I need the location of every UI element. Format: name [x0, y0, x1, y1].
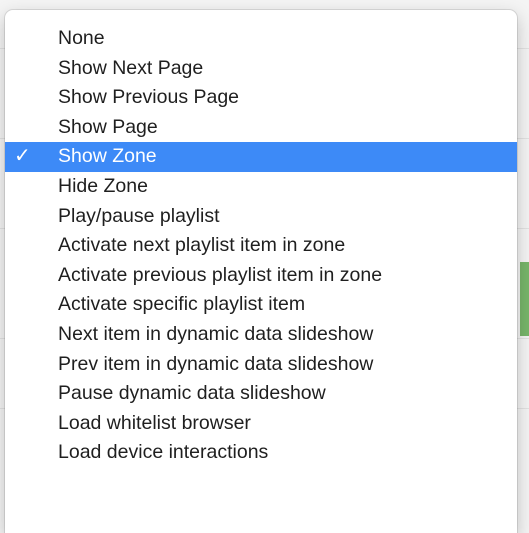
menu-item-label: Show Previous Page	[58, 86, 240, 109]
menu-item-show-previous-page[interactable]: ✓ Show Previous Page	[5, 83, 517, 113]
menu-item-show-next-page[interactable]: ✓ Show Next Page	[5, 54, 517, 84]
menu-item-show-zone[interactable]: ✓ Show Zone	[5, 142, 517, 172]
menu-item-label: Load device interactions	[58, 441, 269, 464]
dropdown-menu: ✓ None ✓ Show Next Page ✓ Show Previous …	[5, 10, 517, 533]
menu-item-hide-zone[interactable]: ✓ Hide Zone	[5, 172, 517, 202]
checkmark-icon: ✓	[14, 145, 31, 168]
menu-item-next-slideshow-item[interactable]: ✓ Next item in dynamic data slideshow	[5, 320, 517, 350]
menu-item-label: Next item in dynamic data slideshow	[58, 322, 374, 345]
menu-item-label: Prev item in dynamic data slideshow	[58, 352, 374, 375]
menu-item-load-whitelist-browser[interactable]: ✓ Load whitelist browser	[5, 409, 517, 439]
menu-item-label: Pause dynamic data slideshow	[58, 382, 326, 405]
menu-item-label: Activate specific playlist item	[58, 293, 306, 316]
menu-item-label: Load whitelist browser	[58, 411, 251, 434]
menu-item-label: None	[58, 27, 105, 49]
menu-item-label: Show Zone	[58, 145, 157, 168]
menu-item-play-pause-playlist[interactable]: ✓ Play/pause playlist	[5, 202, 517, 232]
menu-item-label: Show Page	[58, 115, 158, 138]
menu-item-label: Hide Zone	[58, 174, 148, 197]
menu-item-activate-specific-playlist-item[interactable]: ✓ Activate specific playlist item	[5, 290, 517, 320]
menu-item-prev-slideshow-item[interactable]: ✓ Prev item in dynamic data slideshow	[5, 350, 517, 380]
menu-item-label: Activate previous playlist item in zone	[58, 263, 383, 286]
menu-item-activate-previous-playlist-item[interactable]: ✓ Activate previous playlist item in zon…	[5, 261, 517, 291]
menu-item-activate-next-playlist-item[interactable]: ✓ Activate next playlist item in zone	[5, 231, 517, 261]
menu-item-none[interactable]: ✓ None	[5, 24, 517, 54]
menu-item-load-device-interactions[interactable]: ✓ Load device interactions	[5, 438, 517, 468]
menu-item-show-page[interactable]: ✓ Show Page	[5, 113, 517, 143]
menu-item-pause-slideshow[interactable]: ✓ Pause dynamic data slideshow	[5, 379, 517, 409]
background-green-button-edge[interactable]	[520, 262, 529, 336]
menu-item-label: Activate next playlist item in zone	[58, 234, 346, 257]
menu-item-label: Play/pause playlist	[58, 204, 220, 227]
menu-item-label: Show Next Page	[58, 56, 204, 79]
